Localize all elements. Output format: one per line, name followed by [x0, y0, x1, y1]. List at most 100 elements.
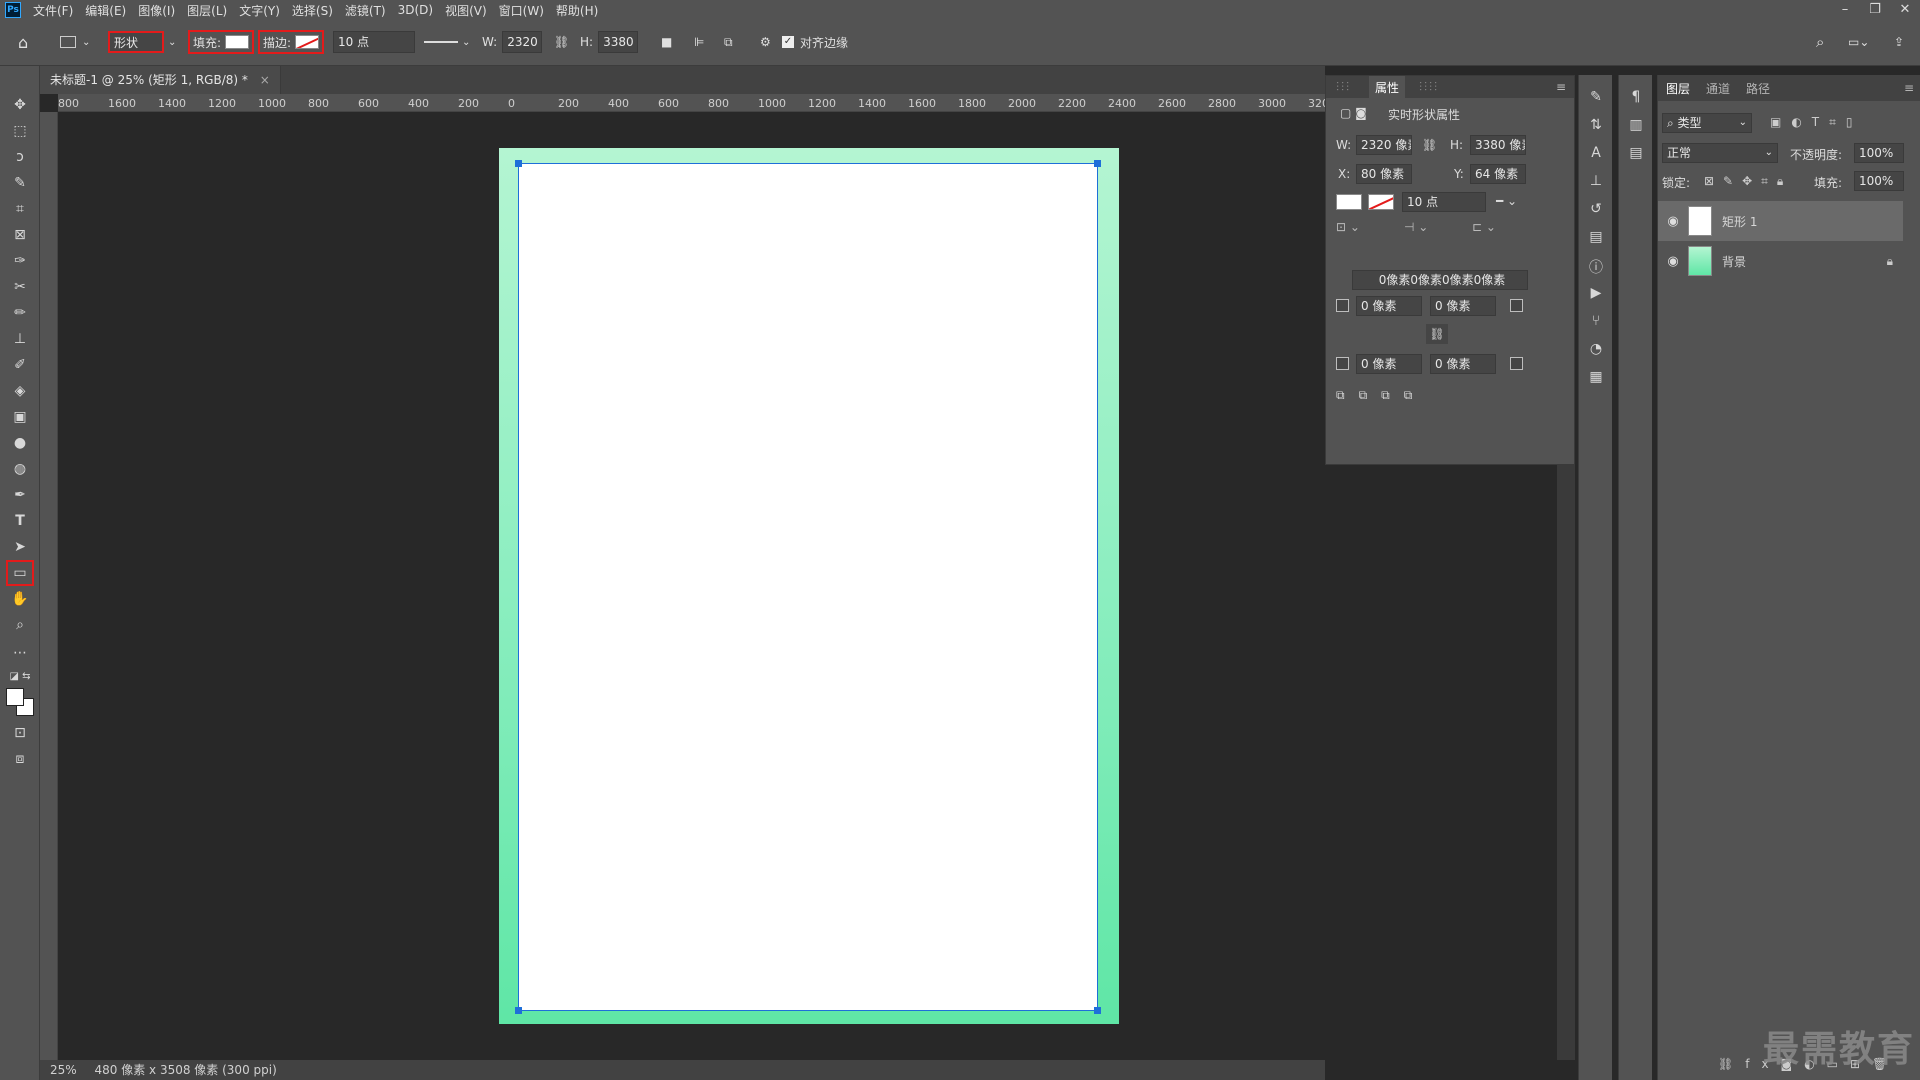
3d-icon[interactable]: ◔ [1587, 341, 1605, 359]
lasso-tool-icon[interactable]: ↄ [8, 146, 32, 168]
panel-menu-icon[interactable]: ≡ [1556, 80, 1566, 94]
menu-select[interactable]: 选择(S) [286, 2, 339, 19]
menu-file[interactable]: 文件(F) [27, 2, 79, 19]
height-input[interactable]: 3380 像 [598, 31, 639, 53]
marquee-tool-icon[interactable]: ⬚ [8, 120, 32, 142]
stamp-tool-icon[interactable]: ⊥ [8, 328, 32, 350]
adjustments-icon[interactable]: ⇅ [1587, 117, 1605, 135]
swap-colors-icon[interactable]: ◪ ⇆ [8, 666, 32, 688]
crop-tool-icon[interactable]: ⌗ [8, 198, 32, 220]
transform-handle-bottom-right[interactable] [1094, 1007, 1101, 1014]
menu-filter[interactable]: 滤镜(T) [339, 2, 392, 19]
tab-close-icon[interactable]: × [260, 73, 270, 87]
fill-control[interactable]: 填充: [188, 30, 255, 54]
search-icon[interactable]: ⌕ [1816, 30, 1824, 54]
history-brush-tool-icon[interactable]: ✐ [8, 354, 32, 376]
corner-tr-icon[interactable] [1510, 299, 1523, 312]
transform-handle-bottom-left[interactable] [515, 1007, 522, 1014]
prop-stroke-align-icon[interactable]: ⊡ ⌄ [1336, 220, 1360, 234]
libraries-icon[interactable]: ▥ [1627, 117, 1645, 135]
corner-link-icon[interactable]: ⛓ [1426, 324, 1448, 344]
type-tool-icon[interactable]: T [8, 510, 32, 532]
path-arrangement-icon[interactable]: ⧉ [724, 30, 733, 54]
blur-tool-icon[interactable]: ● [8, 432, 32, 454]
path-select-tool-icon[interactable]: ➤ [8, 536, 32, 558]
menu-window[interactable]: 窗口(W) [493, 2, 550, 19]
hand-tool-icon[interactable]: ✋ [8, 588, 32, 610]
transform-handle-top-left[interactable] [515, 160, 522, 167]
corner-br-icon[interactable] [1510, 357, 1523, 370]
more-tools-icon[interactable]: ⋯ [8, 642, 32, 664]
path-operations-icon[interactable]: ■ [661, 30, 672, 54]
stroke-none-swatch[interactable] [295, 35, 320, 49]
paragraph-icon[interactable]: ¶ [1627, 89, 1645, 107]
brush-settings-icon[interactable]: ✎ [1587, 89, 1605, 107]
layer-row-background[interactable]: ◉ 背景 🔒︎ [1658, 241, 1903, 281]
prop-x-input[interactable]: 80 像素 [1356, 164, 1412, 184]
prop-corner-tr[interactable]: 0 像素 [1430, 296, 1496, 316]
restore-icon[interactable]: ❐ [1860, 0, 1890, 20]
tool-preset-picker[interactable]: ⌄ [60, 30, 90, 54]
screen-mode-icon[interactable]: ⧈ [8, 748, 32, 770]
document-tab[interactable]: 未标题-1 @ 25% (矩形 1, RGB/8) * × [40, 66, 281, 94]
frame-tool-icon[interactable]: ⊠ [8, 224, 32, 246]
menu-layer[interactable]: 图层(L) [181, 2, 233, 19]
menu-image[interactable]: 图像(I) [132, 2, 181, 19]
prop-corner-bl[interactable]: 0 像素 [1356, 354, 1422, 374]
eraser-tool-icon[interactable]: ◈ [8, 380, 32, 402]
shape-mode-select[interactable]: 形状 ⌄ [108, 30, 176, 54]
history-icon[interactable]: ↺ [1587, 201, 1605, 219]
path-ops-buttons[interactable]: ⧉⧉⧉⧉ [1336, 388, 1426, 403]
prop-corner-tl[interactable]: 0 像素 [1356, 296, 1422, 316]
info-icon[interactable]: ⓘ [1587, 257, 1605, 276]
blend-mode-select[interactable]: 正常 ⌄ [1662, 143, 1778, 163]
layer-filter-icons[interactable]: ▣◐T⌗▯ [1770, 115, 1863, 130]
panel-tab-icons[interactable]: ⫶⫶⫶ [1336, 80, 1351, 95]
healing-tool-icon[interactable]: ✂ [8, 276, 32, 298]
align-edges-checkbox[interactable]: ✓ [782, 36, 794, 48]
rectangle-tool-icon[interactable]: ▭ [6, 560, 34, 586]
layer-row-rectangle[interactable]: ◉ 矩形 1 [1658, 201, 1903, 241]
prop-y-input[interactable]: 64 像素 [1470, 164, 1526, 184]
move-tool-icon[interactable]: ✥ [8, 94, 32, 116]
menu-type[interactable]: 文字(Y) [233, 2, 286, 19]
corner-bl-icon[interactable] [1336, 357, 1349, 370]
fill-input[interactable]: 100% [1854, 171, 1904, 191]
prop-h-input[interactable]: 3380 像素 [1470, 135, 1526, 155]
prop-stroke-cap-icon[interactable]: ⊣ ⌄ [1404, 220, 1428, 234]
transform-handle-top-right[interactable] [1094, 160, 1101, 167]
quick-select-tool-icon[interactable]: ✎ [8, 172, 32, 194]
share-icon[interactable]: ⇪ [1894, 30, 1904, 54]
prop-stroke-type-icon[interactable]: ━ ⌄ [1496, 194, 1517, 208]
layer-name-background[interactable]: 背景 [1722, 253, 1746, 270]
properties-icon[interactable]: ▤ [1587, 229, 1605, 247]
character-icon[interactable]: A [1587, 145, 1605, 163]
menu-view[interactable]: 视图(V) [439, 2, 493, 19]
stroke-width-field[interactable]: 10 点 [333, 30, 415, 54]
prop-corner-br[interactable]: 0 像素 [1430, 354, 1496, 374]
visibility-eye-icon[interactable]: ◉ [1658, 214, 1688, 229]
tab-layers[interactable]: 图层 [1666, 80, 1690, 97]
stroke-type-select[interactable]: ⌄ [424, 30, 470, 54]
zoom-level[interactable]: 25% [50, 1063, 77, 1077]
prop-corners-all[interactable]: 0像素0像素0像素0像素 [1352, 270, 1528, 290]
brush-tool-icon[interactable]: ✏ [8, 302, 32, 324]
zoom-tool-icon[interactable]: ⌕ [8, 614, 32, 636]
path-alignment-icon[interactable]: ⊫ [694, 30, 704, 54]
layers-menu-icon[interactable]: ≡ [1904, 81, 1914, 95]
width-input[interactable]: 2320 像 [502, 31, 543, 53]
clone-source-icon[interactable]: ⊥ [1587, 173, 1605, 191]
rectangle-shape-selected[interactable] [515, 160, 1101, 1014]
home-icon[interactable]: ⌂ [18, 30, 28, 54]
prop-link-icon[interactable]: ⛓ [1422, 138, 1437, 152]
menu-help[interactable]: 帮助(H) [550, 2, 604, 19]
menu-edit[interactable]: 编辑(E) [79, 2, 132, 19]
document-info[interactable]: 480 像素 x 3508 像素 (300 ppi) [95, 1063, 277, 1077]
fill-swatch[interactable] [225, 35, 250, 49]
gradient-tool-icon[interactable]: ▣ [8, 406, 32, 428]
opacity-input[interactable]: 100% [1854, 143, 1904, 163]
prop-stroke-width[interactable]: 10 点 [1402, 192, 1486, 212]
foreground-color-swatch[interactable] [6, 688, 24, 706]
panel-tab-icons-2[interactable]: ⫶⫶⫶⫶ [1419, 80, 1439, 95]
minimize-icon[interactable]: – [1830, 0, 1860, 20]
